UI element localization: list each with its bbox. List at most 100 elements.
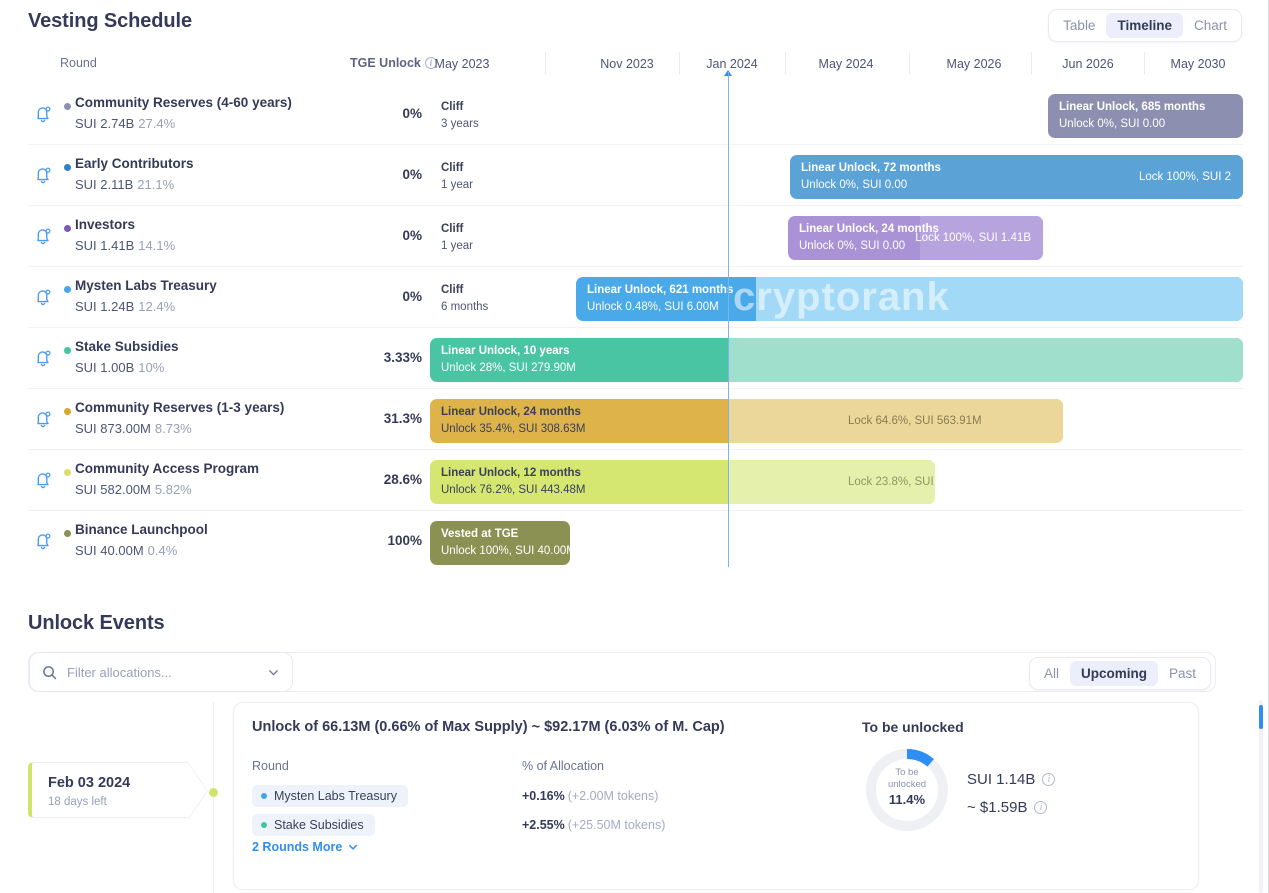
locked-label: Lock 100%, SUI 2: [1139, 171, 1231, 183]
round-name[interactable]: Stake Subsidies: [75, 339, 179, 354]
round-share: 10%: [138, 360, 164, 375]
bell-notify-icon[interactable]: [32, 164, 54, 186]
tab-chart[interactable]: Chart: [1183, 13, 1238, 38]
round-amount: SUI 873.00M8.73%: [75, 421, 192, 436]
show-more-rounds-button[interactable]: 2 Rounds More: [252, 840, 359, 854]
vesting-rows: Community Reserves (4-60 years)SUI 2.74B…: [28, 84, 1243, 572]
round-color-dot: [64, 225, 71, 232]
round-color-dot: [261, 793, 267, 799]
info-icon[interactable]: i: [1034, 801, 1047, 814]
timeline-track: Cliff6 monthsLinear Unlock, 621 monthsUn…: [430, 267, 1243, 328]
tab-table[interactable]: Table: [1052, 13, 1106, 38]
locked-label: Lock 23.8%, SUI 138.52M: [848, 476, 935, 488]
round-share: 14.1%: [138, 238, 175, 253]
timeline-tick-label-5: Jun 2026: [1062, 57, 1113, 71]
bell-notify-icon[interactable]: [32, 408, 54, 430]
tab-timeline[interactable]: Timeline: [1106, 13, 1183, 38]
tab-upcoming[interactable]: Upcoming: [1070, 661, 1158, 686]
unlock-bar-subtitle: Unlock 76.2%, SUI 443.48M: [441, 484, 585, 496]
to-be-unlocked-title: To be unlocked: [862, 719, 964, 735]
round-amount: SUI 1.24B 12.4%: [75, 299, 175, 314]
cliff-title: Cliff: [441, 162, 463, 174]
unlock-bar[interactable]: Vested at TGEUnlock 100%, SUI 40.00M: [430, 521, 570, 565]
to-be-unlocked-usd-value: ~ $1.59B: [967, 799, 1027, 816]
vertical-scrollbar-thumb[interactable]: [1259, 705, 1263, 729]
unlock-bar[interactable]: Linear Unlock, 24 monthsUnlock 35.4%, SU…: [430, 399, 1063, 443]
round-share: 0.4%: [148, 543, 178, 558]
round-amount-value: SUI 2.11B: [75, 177, 133, 192]
timeline-spine-dot: [209, 788, 218, 797]
event-round-allocation: +2.55%(+25.50M tokens): [522, 818, 665, 832]
bell-notify-icon[interactable]: [32, 286, 54, 308]
round-color-dot: [64, 347, 71, 354]
timeline-tick-label-0: May 2023: [435, 57, 490, 71]
vesting-row: InvestorsSUI 1.41B14.1%0%Cliff1 yearLine…: [28, 206, 1243, 267]
tab-past[interactable]: Past: [1158, 661, 1207, 686]
round-name[interactable]: Early Contributors: [75, 156, 194, 171]
round-tge-unlock: 100%: [350, 533, 422, 548]
unlock-bar-title: Vested at TGE: [441, 528, 518, 540]
chevron-down-icon[interactable]: [267, 666, 280, 679]
unlock-bar[interactable]: Linear Unlock, 10 yearsUnlock 28%, SUI 2…: [430, 338, 1243, 382]
round-name[interactable]: Community Reserves (1-3 years): [75, 400, 284, 415]
unlock-bar[interactable]: Linear Unlock, 72 monthsUnlock 0%, SUI 0…: [790, 155, 1243, 199]
filter-input[interactable]: Filter allocations...: [67, 665, 257, 680]
cliff-title: Cliff: [441, 101, 463, 113]
timeline-tick-label-2: Jan 2024: [706, 57, 757, 71]
locked-portion: [756, 277, 1243, 321]
cliff-duration: 6 months: [441, 301, 488, 313]
unlock-event-card: Unlock of 66.13M (0.66% of Max Supply) ~…: [233, 702, 1199, 890]
cliff-block[interactable]: Cliff3 years: [430, 94, 1042, 138]
bell-notify-icon[interactable]: [32, 225, 54, 247]
view-toggle-group[interactable]: Table Timeline Chart: [1048, 9, 1242, 42]
round-name[interactable]: Mysten Labs Treasury: [75, 278, 217, 293]
round-tge-unlock: 0%: [350, 167, 422, 182]
event-headline: Unlock of 66.13M (0.66% of Max Supply) ~…: [252, 719, 725, 735]
cliff-block[interactable]: Cliff6 months: [430, 277, 572, 321]
event-date-chip[interactable]: Feb 03 2024 18 days left: [28, 762, 188, 818]
unlock-bar-title: Linear Unlock, 685 months: [1059, 101, 1205, 113]
column-header-tge-unlock: TGE Unlock i: [350, 56, 437, 70]
info-icon[interactable]: i: [1042, 773, 1055, 786]
bell-notify-icon[interactable]: [32, 469, 54, 491]
round-name[interactable]: Community Reserves (4-60 years): [75, 95, 292, 110]
tab-all[interactable]: All: [1033, 661, 1070, 686]
bell-notify-icon[interactable]: [32, 103, 54, 125]
allocation-tokens: (+25.50M tokens): [568, 818, 666, 832]
round-amount: SUI 2.11B 21.1%: [75, 177, 174, 192]
round-name[interactable]: Community Access Program: [75, 461, 259, 476]
round-color-dot: [64, 286, 71, 293]
filter-allocations-dropdown[interactable]: Filter allocations...: [29, 652, 293, 692]
to-be-unlocked-sui: SUI 1.14B i: [967, 771, 1055, 788]
timeline-tick-separator: [679, 52, 680, 74]
event-round-pill[interactable]: Stake Subsidies: [252, 814, 375, 836]
to-be-unlocked-usd: ~ $1.59B i: [967, 799, 1047, 816]
round-tge-unlock: 0%: [350, 106, 422, 121]
event-col-round: Round: [252, 759, 289, 773]
round-name[interactable]: Investors: [75, 217, 135, 232]
timeline-track: Vested at TGEUnlock 100%, SUI 40.00M: [430, 511, 1243, 572]
unlock-bar-subtitle: Unlock 0%, SUI 0.00: [1059, 118, 1165, 130]
donut-label: To be unlocked: [862, 767, 952, 791]
event-round-pill[interactable]: Mysten Labs Treasury: [252, 785, 408, 807]
vesting-row: Community Reserves (4-60 years)SUI 2.74B…: [28, 84, 1243, 145]
cliff-block[interactable]: Cliff1 year: [430, 155, 785, 199]
round-amount-value: SUI 1.24B: [75, 299, 134, 314]
unlock-bar[interactable]: Linear Unlock, 685 months Unlock 0%, SUI …: [1048, 94, 1243, 138]
event-round-label: Stake Subsidies: [274, 818, 364, 832]
bell-notify-icon[interactable]: [32, 347, 54, 369]
unlock-bar[interactable]: Linear Unlock, 12 monthsUnlock 76.2%, SU…: [430, 460, 935, 504]
round-name[interactable]: Binance Launchpool: [75, 522, 208, 537]
round-amount: SUI 1.00B10%: [75, 360, 164, 375]
cliff-block[interactable]: Cliff1 year: [430, 216, 785, 260]
timeline-axis-header: May 2023Nov 2023Jan 2024May 2024May 2026…: [430, 52, 1243, 80]
round-share: 21.1%: [137, 177, 174, 192]
unlock-bar[interactable]: Linear Unlock, 621 monthsUnlock 0.48%, S…: [576, 277, 1243, 321]
timeline-track: Linear Unlock, 24 monthsUnlock 35.4%, SU…: [430, 389, 1243, 450]
allocation-tokens: (+2.00M tokens): [568, 789, 659, 803]
unlock-bar[interactable]: Linear Unlock, 24 monthsUnlock 0%, SUI 0…: [788, 216, 1043, 260]
round-share: 12.4%: [138, 299, 175, 314]
round-color-dot: [64, 103, 71, 110]
bell-notify-icon[interactable]: [32, 530, 54, 552]
range-toggle-group[interactable]: All Upcoming Past: [1029, 657, 1211, 690]
